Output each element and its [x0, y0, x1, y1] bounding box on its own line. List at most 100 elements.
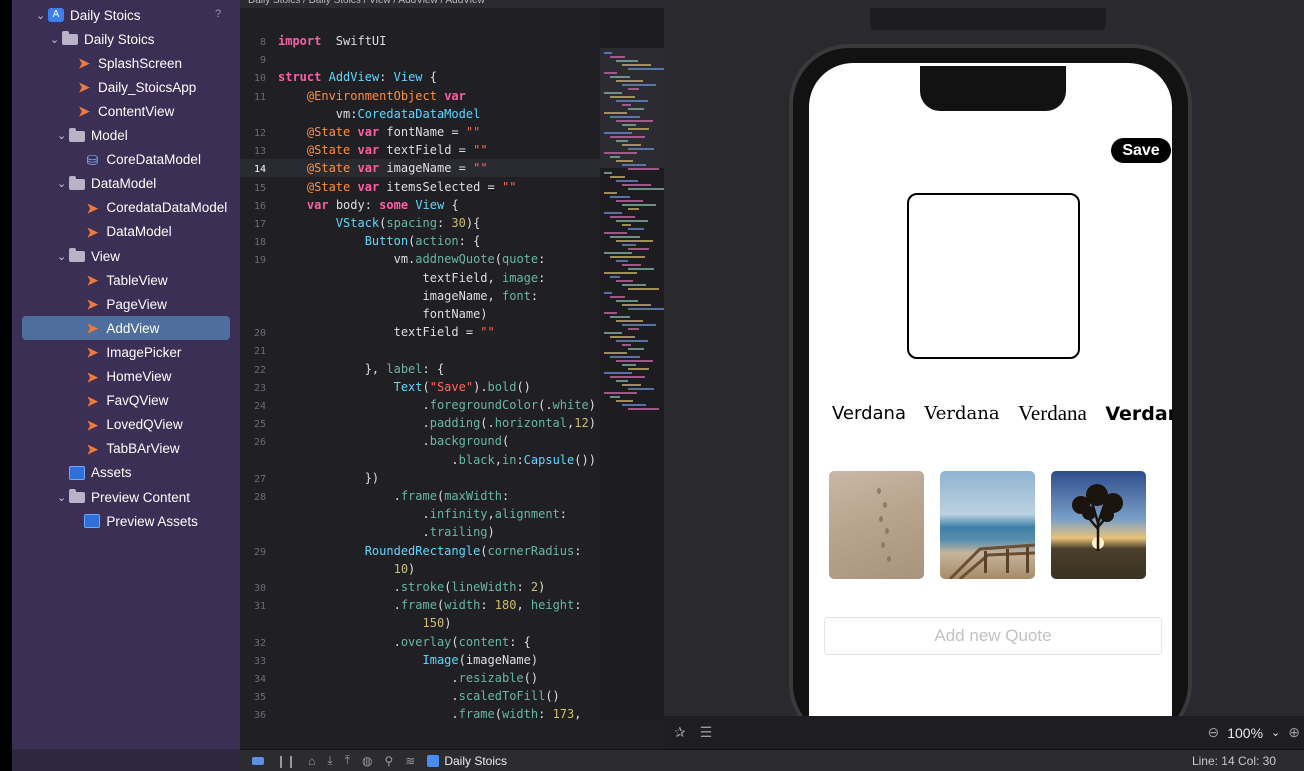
code-line[interactable]: 17 VStack(spacing: 30){ [240, 214, 600, 232]
environment-icon[interactable]: ⚲ [384, 754, 393, 768]
tree-item[interactable]: ⌄ DataModel [57, 173, 156, 195]
code-line[interactable]: 9 [240, 50, 600, 68]
code-line[interactable]: vm:CoredataDataModel [240, 105, 600, 123]
code-line[interactable]: 13 @State var textField = "" [240, 141, 600, 159]
thumbnail-tree-sunset[interactable] [1051, 471, 1146, 579]
code-line[interactable]: 11 @EnvironmentObject var [240, 87, 600, 105]
chevron-down-icon[interactable]: ⌄ [1271, 726, 1280, 739]
quote-input[interactable]: Add new Quote [824, 617, 1162, 655]
code-line[interactable]: 18 Button(action: { [240, 232, 600, 250]
code-line[interactable]: 28 .frame(maxWidth: [240, 487, 600, 505]
code-line[interactable]: .infinity,alignment: [240, 505, 600, 523]
code-line[interactable]: 10 struct AddView: View { [240, 68, 600, 86]
memory-graph-icon[interactable]: ◍ [362, 754, 372, 768]
zoom-in-icon[interactable]: ⊕ [1288, 724, 1300, 741]
chevron-down-icon[interactable]: ⌄ [57, 129, 69, 142]
tree-item[interactable]: ➤ AddView [72, 317, 160, 339]
step-in-icon[interactable]: ⤓ [327, 753, 332, 768]
code-line[interactable]: 25 .padding(.horizontal,12) [240, 414, 600, 432]
code-line[interactable]: textField, image: [240, 269, 600, 287]
pin-icon[interactable]: ✰ [674, 724, 686, 741]
tree-item[interactable]: ➤ PageView [72, 293, 167, 315]
zoom-out-icon[interactable]: ⊖ [1208, 724, 1220, 741]
code-line[interactable]: imageName, font: [240, 287, 600, 305]
tree-item[interactable]: ➤ CoredataDataModel [72, 197, 228, 219]
zoom-level[interactable]: 100% [1227, 725, 1263, 741]
chevron-down-icon[interactable]: ⌄ [57, 491, 69, 504]
tree-item[interactable]: ➤ TableView [72, 269, 168, 291]
breakpoint-toggle-icon[interactable] [252, 756, 264, 765]
code-line[interactable]: .black,in:Capsule()) [240, 451, 600, 469]
code-line[interactable]: fontName) [240, 305, 600, 323]
tree-item[interactable]: ⌄ View [57, 245, 120, 267]
minimap-line [622, 304, 651, 306]
minimap[interactable] [600, 8, 664, 720]
save-button[interactable]: Save [1111, 138, 1171, 163]
tree-item[interactable]: Assets [57, 462, 132, 484]
tree-item[interactable]: ➤ TabBArView [72, 438, 180, 460]
code-token: View [393, 70, 423, 85]
code-editor[interactable]: Daily Stoics / Daily Stoics / View / Add… [240, 0, 664, 771]
font-option[interactable]: Verdana [1105, 403, 1172, 425]
code-line[interactable]: 19 vm.addnewQuote(quote: [240, 250, 600, 268]
code-line[interactable]: 12 @State var fontName = "" [240, 123, 600, 141]
font-option[interactable]: Verdana [1018, 401, 1087, 426]
chevron-down-icon[interactable]: ⌄ [36, 9, 48, 22]
font-option[interactable]: Verdana [832, 403, 906, 424]
thumbnail-sand-footprints[interactable] [829, 471, 924, 579]
code-line[interactable]: 31 .frame(width: 180, height: [240, 596, 600, 614]
pause-icon[interactable]: ❙❙ [276, 754, 296, 768]
tree-item[interactable]: ⌄ Model [57, 125, 128, 147]
chevron-down-icon[interactable]: ⌄ [57, 250, 69, 263]
device-settings-icon[interactable]: ☰ [700, 724, 713, 741]
tree-item[interactable]: ➤ FavQView [72, 390, 169, 412]
code-line[interactable]: 35 .scaledToFill() [240, 687, 600, 705]
code-line[interactable]: 24 .foregroundColor(.white) [240, 396, 600, 414]
tree-item[interactable]: Preview Assets [72, 510, 198, 532]
tree-item[interactable]: ➤ ImagePicker [72, 341, 182, 363]
image-frame[interactable] [907, 193, 1080, 359]
code-line[interactable]: 29 RoundedRectangle(cornerRadius: [240, 542, 600, 560]
code-line[interactable]: 10) [240, 560, 600, 578]
location-icon[interactable]: ≋ [405, 754, 415, 768]
code-line[interactable]: 26 .background( [240, 432, 600, 450]
code-token: . [278, 598, 401, 613]
code-token: , [516, 598, 531, 613]
step-out-icon[interactable]: ⤒ [345, 753, 350, 768]
code-line[interactable]: 21 [240, 341, 600, 359]
code-line[interactable]: 34 .resizable() [240, 669, 600, 687]
tree-item[interactable]: ➤ SplashScreen [64, 52, 182, 74]
preview-toolbar[interactable] [870, 8, 1106, 30]
code-line[interactable]: 27 }) [240, 469, 600, 487]
scheme-selector[interactable]: Daily Stoics [427, 754, 507, 768]
code-line[interactable]: 30 .stroke(lineWidth: 2) [240, 578, 600, 596]
code-line[interactable]: 15 @State var itemsSelected = "" [240, 178, 600, 196]
code-line[interactable]: 16 var body: some View { [240, 196, 600, 214]
tree-item[interactable]: ⌄ Preview Content [57, 486, 190, 508]
code-line[interactable]: .trailing) [240, 523, 600, 541]
tree-item[interactable]: ➤ Daily_StoicsApp [64, 76, 196, 98]
code-line[interactable]: 8 import SwiftUI [240, 32, 600, 50]
code-line[interactable]: 36 .frame(width: 173, [240, 705, 600, 723]
code-line[interactable]: 150) [240, 614, 600, 632]
code-token: , [574, 707, 582, 722]
code-line[interactable]: 33 Image(imageName) [240, 651, 600, 669]
tree-item[interactable]: ⌄ Daily Stoics [50, 28, 155, 50]
chevron-down-icon[interactable]: ⌄ [57, 177, 69, 190]
step-over-icon[interactable]: ⌂ [308, 754, 315, 768]
tree-item[interactable]: ➤ DataModel [72, 221, 172, 243]
tree-item[interactable]: ➤ HomeView [72, 366, 172, 388]
code-line[interactable]: 14 @State var imageName = "" [240, 159, 600, 178]
chevron-down-icon[interactable]: ⌄ [50, 33, 62, 46]
code-line[interactable]: 22 }, label: { [240, 360, 600, 378]
tree-item[interactable]: ⛁ CoreDataModel [72, 149, 201, 171]
font-option[interactable]: Verdana [924, 403, 999, 424]
breadcrumb[interactable]: Daily Stoics / Daily Stoics / View / Add… [240, 0, 664, 8]
tree-item[interactable]: ➤ ContentView [64, 100, 174, 122]
thumbnail-beach-pier[interactable] [940, 471, 1035, 579]
code-line[interactable]: 32 .overlay(content: { [240, 633, 600, 651]
code-line[interactable]: 23 Text("Save").bold() [240, 378, 600, 396]
tree-item[interactable]: ➤ LovedQView [72, 414, 183, 436]
tree-item[interactable]: ⌄ A Daily Stoics [36, 4, 141, 26]
code-line[interactable]: 20 textField = "" [240, 323, 600, 341]
